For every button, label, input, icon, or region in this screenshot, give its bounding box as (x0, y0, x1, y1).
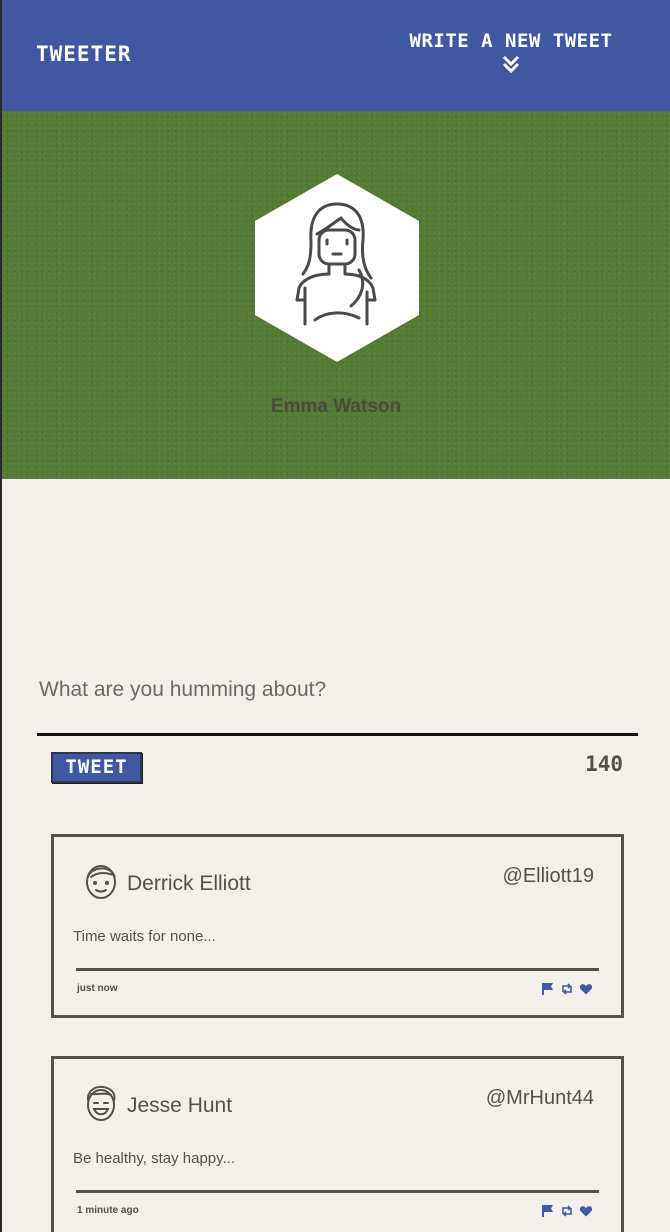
tweet-author-handle: @MrHunt44 (485, 1087, 594, 1109)
tweet-composer: Tweet 140 (37, 672, 638, 783)
man-face-avatar-icon (86, 865, 116, 899)
retweet-icon[interactable] (560, 1203, 574, 1217)
tweet-divider (76, 1190, 599, 1193)
heart-icon[interactable] (579, 981, 593, 995)
tweet-divider (76, 968, 599, 971)
tweet-body: Time waits for none... (73, 928, 216, 945)
profile-header: Emma Watson (2, 111, 670, 479)
woman-avatar-icon (255, 174, 419, 362)
top-nav: Tweeter Write a new tweet (2, 0, 670, 111)
tweet-timestamp: just now (77, 983, 118, 994)
double-chevron-down-icon (502, 55, 520, 74)
tweet-author-name: Derrick Elliott (127, 872, 251, 895)
heart-icon[interactable] (579, 1203, 593, 1217)
tweet-actions (541, 1203, 593, 1217)
tweet-card: Derrick Elliott @Elliott19 Time waits fo… (51, 834, 624, 1018)
flag-icon[interactable] (541, 981, 555, 995)
retweet-icon[interactable] (560, 981, 574, 995)
tweet-author-name: Jesse Hunt (127, 1094, 233, 1117)
tweet-actions (541, 981, 593, 995)
tweet-input[interactable] (37, 672, 638, 736)
tweet-body: Be healthy, stay happy... (73, 1150, 236, 1167)
character-counter: 140 (585, 752, 623, 776)
tweet-author-handle: @Elliott19 (502, 865, 594, 887)
smiling-man-avatar-icon (86, 1085, 116, 1121)
profile-name: Emma Watson (270, 396, 402, 417)
tweet-card: Jesse Hunt @MrHunt44 Be healthy, stay ha… (51, 1056, 624, 1232)
flag-icon[interactable] (541, 1203, 555, 1217)
brand-logo[interactable]: Tweeter (36, 42, 132, 66)
tweet-timestamp: 1 minute ago (77, 1205, 139, 1216)
write-new-tweet-label: Write a new tweet (409, 30, 613, 52)
write-new-tweet-toggle[interactable]: Write a new tweet (386, 30, 636, 82)
tweet-submit-button[interactable]: Tweet (51, 752, 142, 783)
